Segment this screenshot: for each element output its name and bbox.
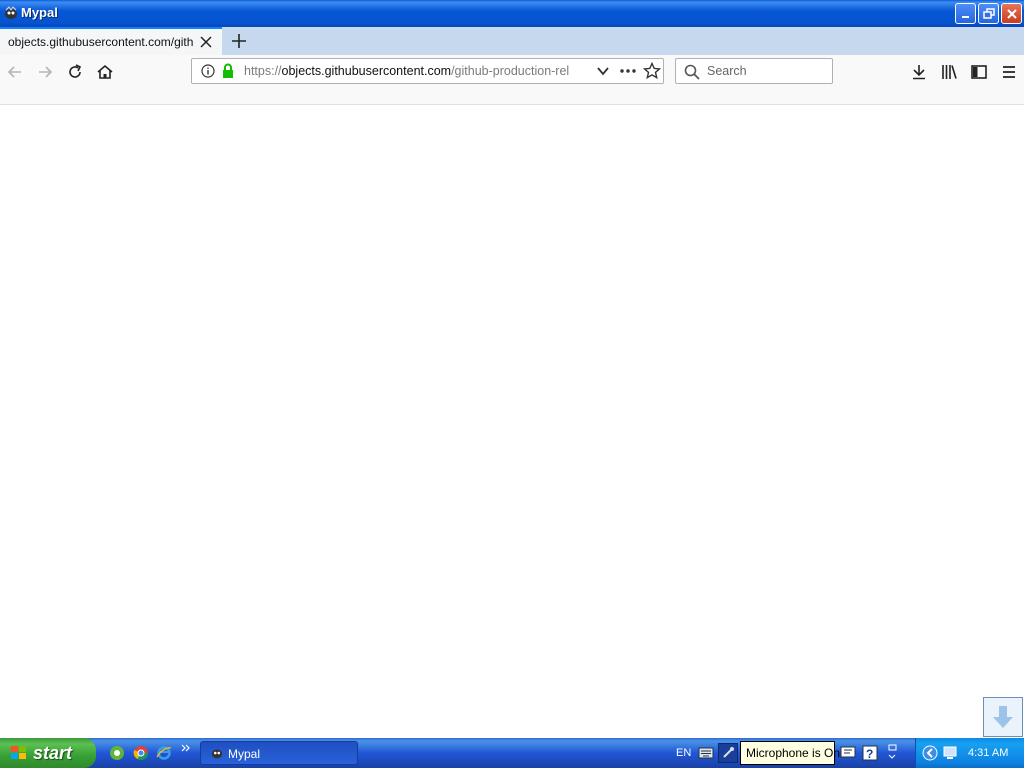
chrome-icon[interactable] — [133, 745, 149, 761]
home-icon[interactable] — [96, 63, 114, 81]
tab-close-icon[interactable] — [200, 36, 212, 48]
url-bar[interactable]: https://objects.githubusercontent.com/gi… — [191, 58, 664, 84]
close-window-button[interactable] — [1001, 3, 1022, 24]
chevron-more-icon[interactable] — [181, 744, 191, 752]
taskbar-item-label: Mypal — [228, 747, 261, 761]
navigation-toolbar: https://objects.githubusercontent.com/gi… — [0, 55, 1024, 105]
quicklaunch-app-icon[interactable] — [109, 745, 125, 761]
clock[interactable]: 4:31 AM — [968, 747, 1008, 759]
show-hidden-icons-icon[interactable] — [922, 745, 938, 761]
taskbar-item-mypal[interactable]: Mypal — [200, 741, 358, 765]
chevron-down-icon[interactable] — [596, 65, 610, 77]
bookmark-star-icon[interactable] — [643, 62, 661, 80]
tab-strip: objects.githubusercontent.com/github — [0, 27, 1024, 55]
language-indicator[interactable]: EN — [676, 747, 691, 759]
tab-label: objects.githubusercontent.com/github — [8, 35, 193, 49]
start-button[interactable]: start — [0, 738, 96, 768]
downloads-icon[interactable] — [910, 63, 928, 81]
internet-explorer-icon[interactable] — [156, 745, 172, 761]
forward-arrow-icon[interactable] — [36, 63, 54, 81]
sidebar-icon[interactable] — [970, 63, 988, 81]
title-bar: Mypal — [0, 0, 1024, 27]
library-icon[interactable] — [940, 63, 958, 81]
floating-download-button[interactable] — [983, 697, 1023, 737]
microphone-tooltip: Microphone is On — [740, 741, 840, 765]
url-host: objects.githubusercontent.com — [281, 64, 452, 78]
network-icon[interactable] — [942, 745, 958, 761]
close-icon — [1006, 8, 1017, 19]
restore-langbar-icon[interactable] — [886, 743, 898, 763]
start-label: start — [33, 743, 73, 763]
window-title: Mypal — [21, 5, 58, 20]
svg-text:?: ? — [866, 747, 873, 761]
new-tab-icon[interactable] — [231, 33, 247, 49]
reload-icon[interactable] — [66, 63, 84, 81]
search-bar[interactable]: Search — [675, 58, 833, 84]
mypal-app-icon — [5, 6, 17, 19]
info-icon[interactable] — [201, 64, 215, 78]
url-path: /github-production-rel — [451, 64, 570, 78]
back-arrow-icon[interactable] — [6, 63, 24, 81]
more-actions-icon[interactable] — [619, 67, 637, 75]
minimize-icon — [961, 15, 969, 18]
restore-icon — [982, 7, 995, 19]
microphone-button[interactable] — [718, 743, 738, 763]
url-scheme: https:// — [244, 64, 282, 78]
hamburger-menu-icon[interactable] — [1000, 63, 1018, 81]
mypal-app-icon — [211, 749, 223, 759]
download-arrow-icon — [993, 706, 1013, 728]
system-tray: 4:31 AM — [915, 738, 1024, 768]
taskbar: start Mypal EN ? 4:31 AM — [0, 738, 1024, 768]
url-text[interactable]: https://objects.githubusercontent.com/gi… — [244, 64, 589, 78]
search-placeholder: Search — [707, 64, 747, 78]
help-icon[interactable]: ? — [862, 745, 878, 761]
microphone-icon — [723, 747, 734, 758]
keyboard-icon[interactable] — [698, 747, 714, 759]
page-content — [0, 105, 1024, 738]
lock-icon — [223, 63, 233, 78]
minimize-button[interactable] — [955, 3, 976, 24]
language-bar-icon[interactable] — [840, 745, 856, 761]
tab-active[interactable]: objects.githubusercontent.com/github — [0, 27, 222, 55]
windows-logo-icon — [11, 746, 26, 759]
restore-button[interactable] — [978, 3, 999, 24]
search-icon — [684, 64, 700, 80]
